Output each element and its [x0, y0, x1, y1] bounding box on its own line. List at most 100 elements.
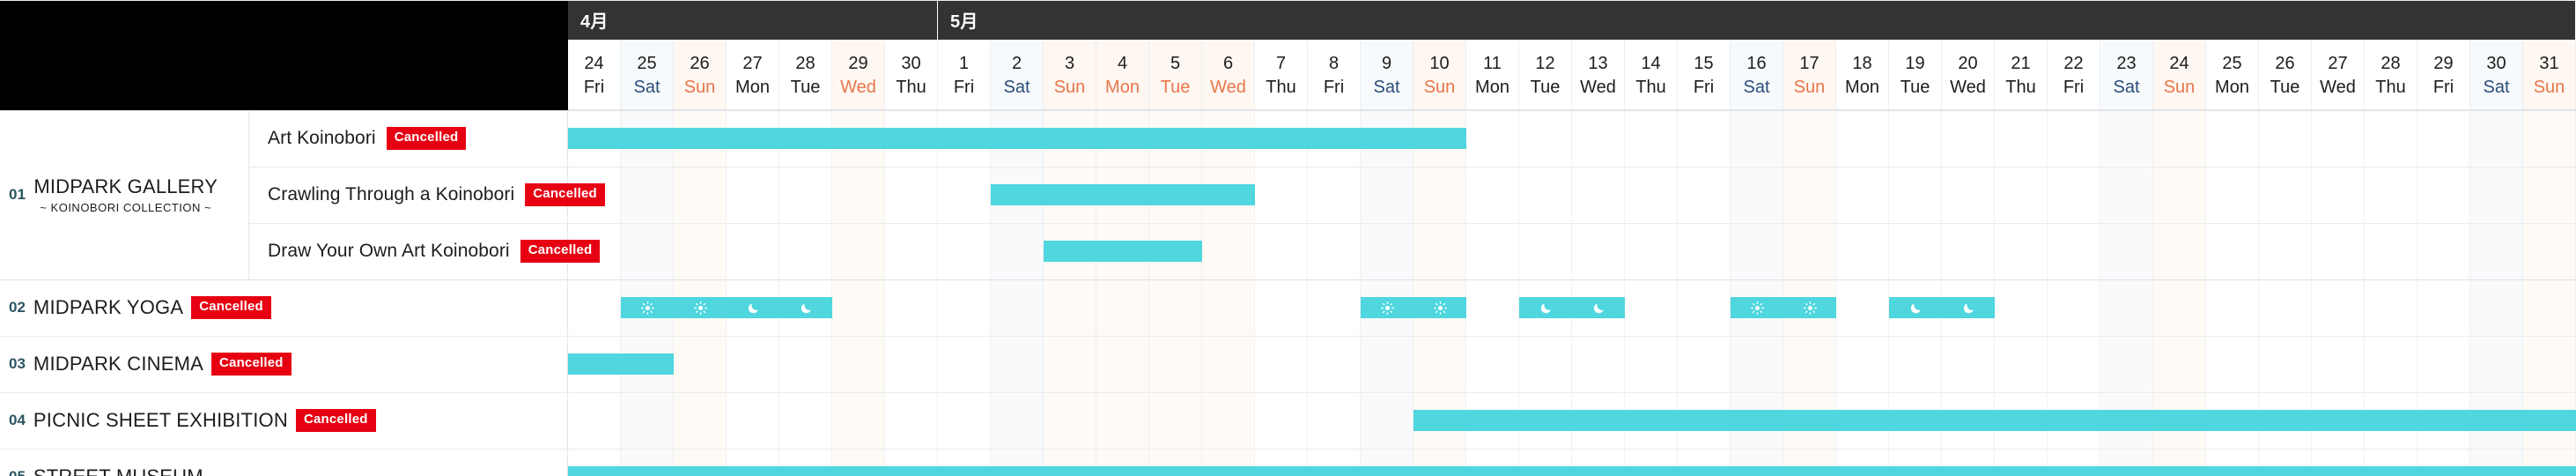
schedule-bar[interactable]	[991, 184, 1255, 205]
grid-column	[674, 110, 727, 476]
group-number: 02	[9, 299, 26, 316]
day-number: 15	[1694, 53, 1714, 73]
day-number: 24	[584, 53, 604, 73]
grid-column	[1308, 110, 1361, 476]
day-header-cell: 25 Sat	[621, 40, 674, 110]
grid-column	[1044, 110, 1096, 476]
day-number: 23	[2116, 53, 2137, 73]
day-header-cell: 6 Wed	[1202, 40, 1255, 110]
day-header-cell: 30 Thu	[885, 40, 938, 110]
group-label-01[interactable]: 01 MIDPARK GALLERY ~ KOINOBORI COLLECTION …	[0, 110, 248, 279]
day-number: 22	[2063, 53, 2084, 73]
sun-icon	[621, 301, 674, 315]
day-header-cell: 5 Tue	[1149, 40, 1202, 110]
day-weekday: Sat	[1003, 77, 1030, 97]
day-weekday: Fri	[1693, 77, 1715, 97]
schedule-bar[interactable]	[1889, 297, 1995, 318]
day-header-cell: 19 Tue	[1889, 40, 1942, 110]
event-label[interactable]: Crawling Through a Koinobori Cancelled	[248, 168, 605, 221]
grid-column	[568, 110, 621, 476]
day-header-cell: 3 Sun	[1044, 40, 1096, 110]
moon-icon	[1942, 301, 1995, 315]
day-weekday: Mon	[1845, 77, 1879, 97]
row-divider	[0, 336, 2576, 337]
group-title: STREET MUSEUM	[33, 465, 203, 476]
day-number: 21	[2011, 53, 2031, 73]
day-header-cell: 27 Wed	[2312, 40, 2365, 110]
day-weekday: Wed	[1210, 77, 1246, 97]
month-header-1: 4月	[568, 0, 938, 40]
schedule-bar[interactable]	[568, 353, 674, 375]
day-header-cell: 16 Sat	[1731, 40, 1783, 110]
group-label-02[interactable]: 02 MIDPARK YOGA Cancelled	[9, 281, 271, 334]
event-label[interactable]: Draw Your Own Art Koinobori Cancelled	[248, 225, 601, 278]
day-number: 16	[1746, 53, 1767, 73]
day-header-cell: 26 Tue	[2259, 40, 2312, 110]
schedule-bar[interactable]	[1361, 297, 1466, 318]
day-header-cell: 23 Sat	[2100, 40, 2153, 110]
row-divider	[0, 279, 2576, 280]
schedule-bar[interactable]	[1519, 297, 1625, 318]
schedule-bar[interactable]	[1731, 297, 1836, 318]
day-weekday: Tue	[1160, 77, 1191, 97]
grid-column	[1202, 110, 1255, 476]
day-number: 28	[795, 53, 816, 73]
schedule-bar[interactable]	[568, 128, 1466, 149]
day-number: 28	[2380, 53, 2401, 73]
day-header-cell: 20 Wed	[1942, 40, 1995, 110]
day-number: 17	[1799, 53, 1819, 73]
group-title: MIDPARK GALLERY	[33, 175, 218, 197]
schedule-bar[interactable]	[568, 466, 2576, 476]
day-header-cell: 15 Fri	[1678, 40, 1731, 110]
event-name: Draw Your Own Art Koinobori	[268, 241, 510, 261]
sun-icon	[674, 301, 727, 315]
day-weekday: Sun	[2533, 77, 2565, 97]
grid-column	[832, 110, 885, 476]
day-number: 30	[901, 53, 921, 73]
day-weekday: Fri	[953, 77, 975, 97]
day-number: 2	[1011, 53, 1022, 73]
day-weekday: Mon	[1105, 77, 1140, 97]
schedule-bar[interactable]	[1413, 410, 2576, 431]
group-number: 04	[9, 412, 26, 428]
day-number: 10	[1429, 53, 1450, 73]
status-badge-cancelled: Cancelled	[295, 409, 376, 432]
grid-column	[779, 110, 832, 476]
day-header-cell: 10 Sun	[1413, 40, 1466, 110]
grid-column	[1255, 110, 1308, 476]
group-label-04[interactable]: 04 PICNIC SHEET EXHIBITION Cancelled	[9, 394, 376, 447]
grid-column	[1149, 110, 1202, 476]
day-weekday: Sat	[2483, 77, 2510, 97]
group-label-03[interactable]: 03 MIDPARK CINEMA Cancelled	[9, 338, 292, 390]
day-header-cell: 28 Tue	[779, 40, 832, 110]
status-badge-cancelled: Cancelled	[520, 240, 601, 263]
status-badge-cancelled: Cancelled	[211, 353, 292, 376]
day-header-cell: 31 Sun	[2523, 40, 2576, 110]
day-number: 5	[1170, 53, 1181, 73]
group-title: PICNIC SHEET EXHIBITION	[33, 409, 288, 431]
event-name: Crawling Through a Koinobori	[268, 184, 515, 205]
day-weekday: Tue	[2270, 77, 2300, 97]
day-weekday: Sun	[2163, 77, 2196, 97]
event-label[interactable]: Art Koinobori Cancelled	[248, 112, 467, 165]
day-header-cell: 8 Fri	[1308, 40, 1361, 110]
day-weekday: Sun	[1423, 77, 1456, 97]
day-header-cell: 17 Sun	[1783, 40, 1836, 110]
day-weekday: Sun	[1793, 77, 1826, 97]
day-number: 3	[1064, 53, 1075, 73]
grid-column	[1096, 110, 1149, 476]
day-header-cell: 13 Wed	[1572, 40, 1625, 110]
day-header-cell: 11 Mon	[1466, 40, 1519, 110]
day-header-cell: 29 Wed	[832, 40, 885, 110]
day-weekday: Thu	[2375, 77, 2406, 97]
day-weekday: Sat	[2113, 77, 2140, 97]
day-header-cell: 4 Mon	[1096, 40, 1149, 110]
day-header-cell: 12 Tue	[1519, 40, 1572, 110]
day-weekday: Wed	[1950, 77, 1986, 97]
moon-icon	[779, 301, 832, 315]
schedule-bar[interactable]	[621, 297, 832, 318]
day-weekday: Fri	[583, 77, 605, 97]
group-subtitle: ~ KOINOBORI COLLECTION ~	[40, 201, 212, 215]
group-label-05[interactable]: 05 STREET MUSEUM	[9, 450, 203, 476]
schedule-bar[interactable]	[1044, 241, 1202, 262]
